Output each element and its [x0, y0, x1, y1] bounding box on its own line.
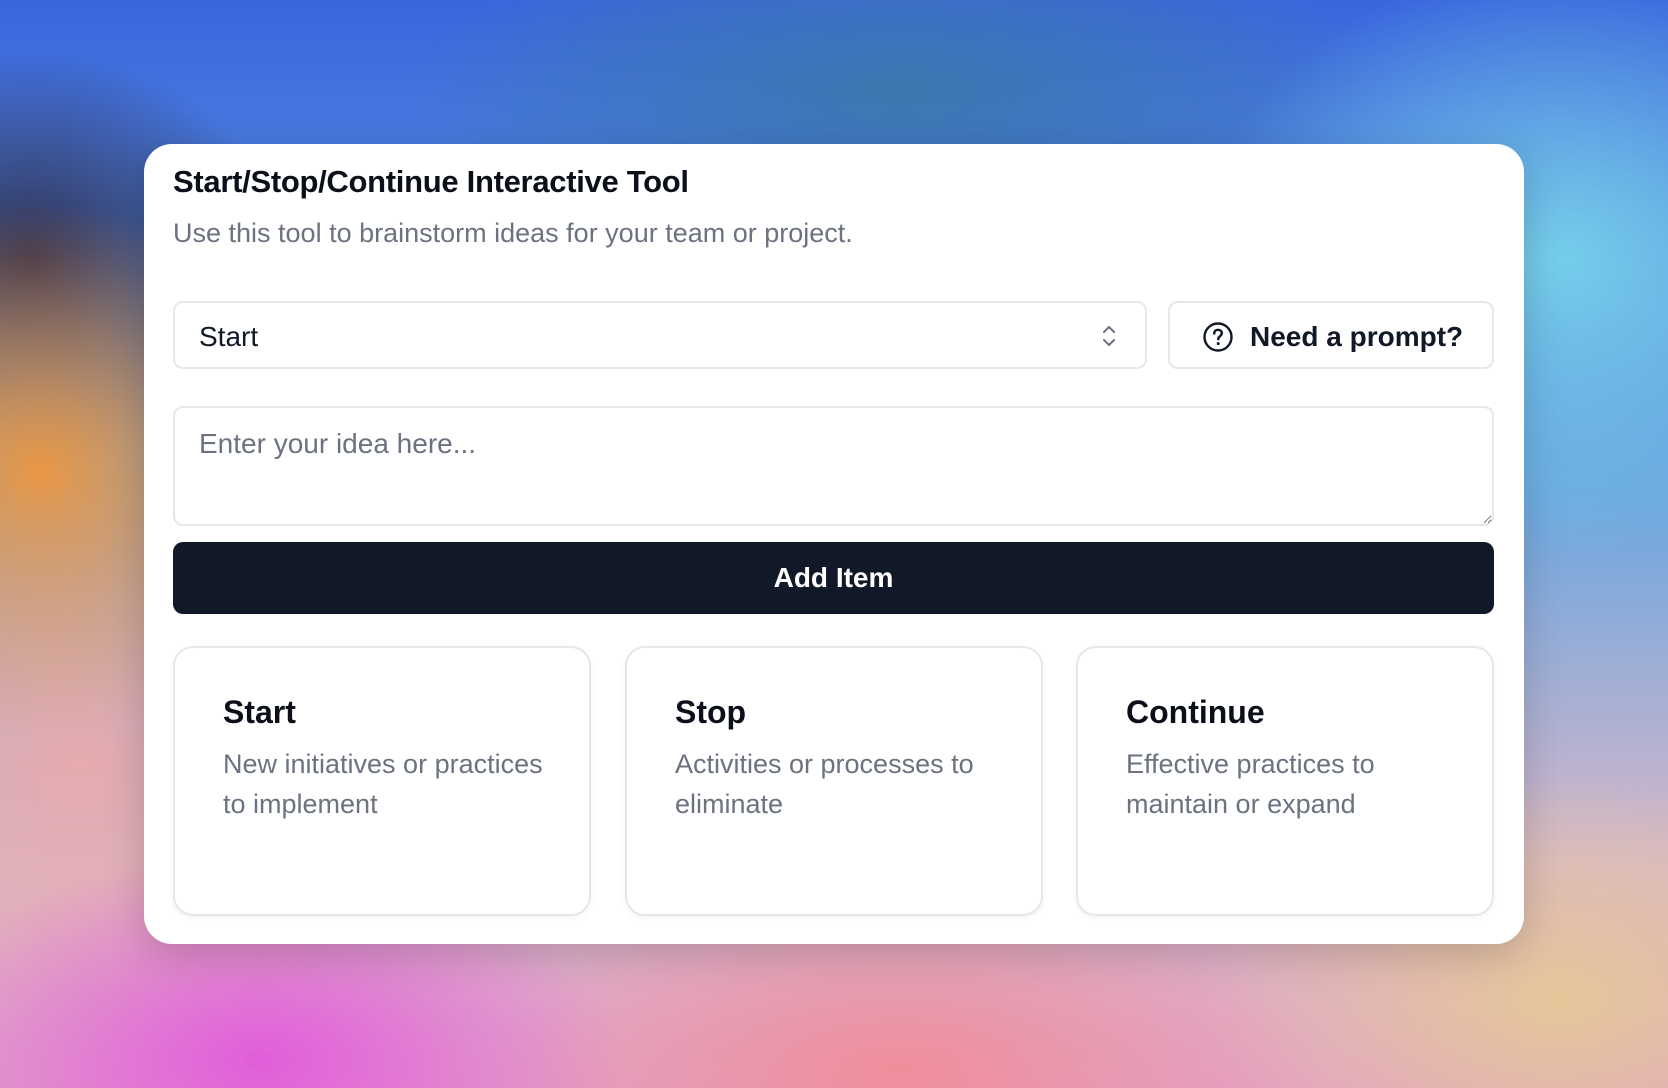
continue-column-title: Continue — [1126, 694, 1265, 730]
chevron-up-down-icon — [1103, 326, 1115, 346]
idea-input[interactable] — [173, 406, 1494, 526]
start-column-card: Start New initiatives or practices to im… — [173, 646, 591, 916]
need-prompt-button[interactable]: Need a prompt? — [1168, 301, 1494, 369]
continue-column-card: Continue Effective practices to maintain… — [1076, 646, 1494, 916]
stop-column-description: Activities or processes to eliminate — [675, 749, 974, 819]
need-prompt-label: Need a prompt? — [1250, 321, 1464, 352]
continue-column-description: Effective practices to maintain or expan… — [1126, 749, 1375, 819]
add-item-button[interactable]: Add Item — [173, 542, 1494, 614]
start-column-description: New initiatives or practices to implemen… — [223, 749, 543, 819]
category-select-value: Start — [199, 321, 259, 352]
category-select[interactable]: Start — [173, 301, 1147, 369]
page-subtitle: Use this tool to brainstorm ideas for yo… — [173, 218, 853, 248]
stop-column-title: Stop — [675, 694, 747, 730]
start-stop-continue-card: Start/Stop/Continue Interactive Tool Use… — [144, 144, 1524, 944]
page-title: Start/Stop/Continue Interactive Tool — [173, 164, 689, 199]
stop-column-card: Stop Activities or processes to eliminat… — [625, 646, 1043, 916]
question-circle-icon — [1203, 322, 1233, 352]
start-column-title: Start — [223, 694, 296, 730]
